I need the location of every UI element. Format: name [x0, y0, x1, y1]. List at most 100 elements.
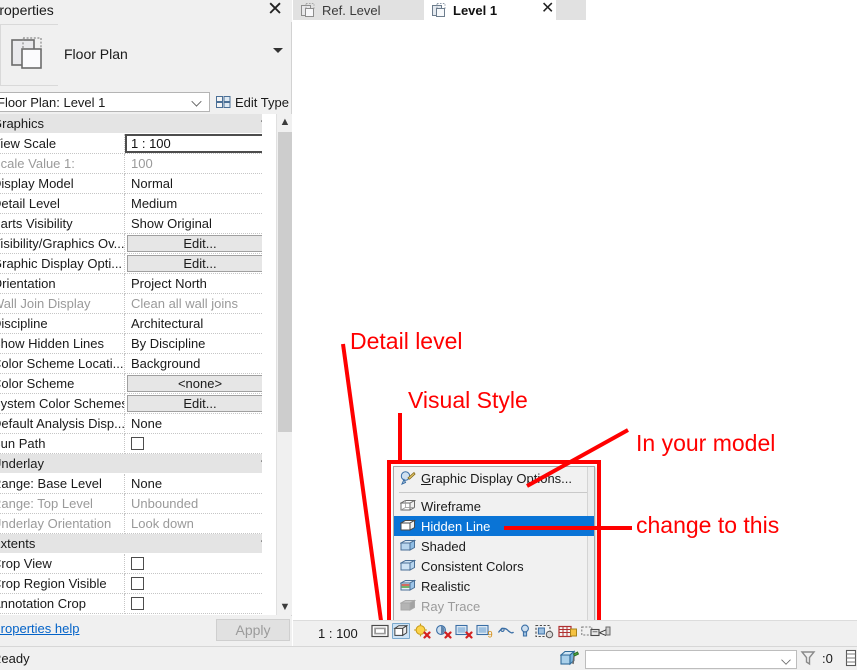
- property-value[interactable]: Normal: [125, 174, 276, 194]
- property-row[interactable]: OrientationProject North: [0, 274, 276, 294]
- property-value[interactable]: [125, 594, 276, 614]
- close-icon[interactable]: ✕: [267, 0, 283, 21]
- property-checkbox[interactable]: [131, 557, 144, 570]
- crop-view-icon[interactable]: 9: [476, 623, 494, 639]
- temporary-hide-isolate-icon[interactable]: [535, 623, 555, 639]
- property-value[interactable]: Look down: [125, 514, 276, 534]
- property-row[interactable]: Range: Base LevelNone: [0, 474, 276, 494]
- property-value[interactable]: Edit...: [125, 394, 276, 414]
- show-crop-region-icon[interactable]: [497, 623, 515, 639]
- property-value[interactable]: Edit...: [125, 234, 276, 254]
- scrollbar-thumb[interactable]: [278, 132, 292, 432]
- property-row[interactable]: Scale Value 1:100: [0, 154, 276, 174]
- grid-right-strip: [262, 114, 276, 615]
- property-edit-button[interactable]: Edit...: [127, 255, 273, 272]
- menu-item-consistent-colors[interactable]: Consistent Colors: [394, 556, 594, 576]
- property-row[interactable]: Color Scheme Locati...Background: [0, 354, 276, 374]
- property-row[interactable]: Visibility/Graphics Ov...Edit...: [0, 234, 276, 254]
- property-checkbox[interactable]: [131, 437, 144, 450]
- property-row[interactable]: System Color SchemesEdit...: [0, 394, 276, 414]
- property-row[interactable]: Parts VisibilityShow Original: [0, 214, 276, 234]
- property-row[interactable]: Crop View: [0, 554, 276, 574]
- property-value[interactable]: Show Original: [125, 214, 276, 234]
- selection-filter-combo[interactable]: [585, 650, 797, 669]
- property-name: Display Model: [0, 174, 125, 194]
- property-value[interactable]: [125, 554, 276, 574]
- menu-item-realistic[interactable]: Realistic: [394, 576, 594, 596]
- model-tools-icon[interactable]: [560, 650, 580, 668]
- panel-icon[interactable]: [845, 649, 857, 667]
- property-value[interactable]: Background: [125, 354, 276, 374]
- property-row[interactable]: Wall Join DisplayClean all wall joins: [0, 294, 276, 314]
- property-edit-button[interactable]: Edit...: [127, 395, 273, 412]
- chevron-down-icon[interactable]: [781, 655, 791, 665]
- more-controls-chevron-icon[interactable]: <: [599, 625, 607, 640]
- property-grid[interactable]: Graphics⌃View Scale1 : 100Scale Value 1:…: [0, 114, 276, 615]
- type-combo-input[interactable]: Floor Plan: Level 1: [0, 92, 210, 112]
- property-row[interactable]: DisciplineArchitectural: [0, 314, 276, 334]
- property-row[interactable]: Color Scheme<none>: [0, 374, 276, 394]
- chevron-down-icon[interactable]: [273, 48, 283, 53]
- menu-item-shaded[interactable]: Shaded: [394, 536, 594, 556]
- property-value[interactable]: <none>: [125, 374, 276, 394]
- property-value-input[interactable]: 1 : 100: [125, 134, 273, 153]
- property-row[interactable]: Show Hidden LinesBy Discipline: [0, 334, 276, 354]
- menu-item-graphic-display-options[interactable]: Graphic Display Options...: [394, 467, 594, 490]
- property-edit-button[interactable]: Edit...: [127, 235, 273, 252]
- property-value[interactable]: 1 : 100: [125, 134, 276, 154]
- property-row[interactable]: Sun Path: [0, 434, 276, 454]
- reveal-hidden-elements-icon[interactable]: [558, 623, 578, 639]
- property-row[interactable]: Default Analysis Disp...None: [0, 414, 276, 434]
- property-value[interactable]: By Discipline: [125, 334, 276, 354]
- property-value[interactable]: Project North: [125, 274, 276, 294]
- property-value[interactable]: Medium: [125, 194, 276, 214]
- lock-3d-view-icon[interactable]: [518, 623, 532, 639]
- tab-level-1[interactable]: Level 1: [424, 0, 554, 20]
- view-control-icons: 9: [371, 623, 612, 639]
- property-checkbox[interactable]: [131, 597, 144, 610]
- property-value[interactable]: Architectural: [125, 314, 276, 334]
- detail-level-icon[interactable]: [371, 623, 389, 639]
- property-row[interactable]: Range: Top LevelUnbounded: [0, 494, 276, 514]
- visual-style-menu[interactable]: Graphic Display Options... Wireframe Hid…: [393, 466, 595, 626]
- view-scale-label[interactable]: 1 : 100: [318, 626, 358, 641]
- property-row[interactable]: Underlay OrientationLook down: [0, 514, 276, 534]
- property-group-header[interactable]: Extents⌃: [0, 534, 276, 554]
- tab-ref-level[interactable]: Ref. Level: [293, 0, 424, 20]
- property-row[interactable]: Annotation Crop: [0, 594, 276, 614]
- property-value[interactable]: Unbounded: [125, 494, 276, 514]
- property-row[interactable]: Crop Region Visible: [0, 574, 276, 594]
- properties-help-link[interactable]: Properties help: [0, 621, 79, 636]
- property-value[interactable]: Clean all wall joins: [125, 294, 276, 314]
- temporary-view-properties-icon[interactable]: [581, 623, 601, 639]
- menu-item-ray-trace[interactable]: Ray Trace: [394, 596, 594, 616]
- property-value[interactable]: [125, 574, 276, 594]
- property-checkbox[interactable]: [131, 577, 144, 590]
- edit-type-button[interactable]: Edit Type: [216, 93, 289, 111]
- visual-style-icon[interactable]: [392, 623, 410, 639]
- property-value[interactable]: None: [125, 414, 276, 434]
- property-group-header[interactable]: Graphics⌃: [0, 114, 276, 134]
- type-selector[interactable]: Floor Plan: [0, 24, 284, 86]
- property-value[interactable]: 100: [125, 154, 276, 174]
- properties-scrollbar[interactable]: ▲ ▼: [276, 114, 292, 615]
- menu-item-hidden-line[interactable]: Hidden Line: [394, 516, 594, 536]
- property-group-header[interactable]: Underlay⌃: [0, 454, 276, 474]
- render-dialog-off-icon[interactable]: [455, 623, 473, 639]
- menu-item-wireframe[interactable]: Wireframe: [394, 496, 594, 516]
- close-icon[interactable]: ✕: [541, 0, 554, 19]
- property-row[interactable]: Display ModelNormal: [0, 174, 276, 194]
- scroll-down-icon[interactable]: ▼: [277, 599, 293, 615]
- property-edit-button[interactable]: <none>: [127, 375, 273, 392]
- property-value[interactable]: [125, 434, 276, 454]
- filter-icon[interactable]: [800, 649, 816, 667]
- property-value[interactable]: None: [125, 474, 276, 494]
- apply-button[interactable]: Apply: [216, 619, 290, 641]
- property-value[interactable]: Edit...: [125, 254, 276, 274]
- sun-path-off-icon[interactable]: [413, 623, 431, 639]
- property-row[interactable]: View Scale1 : 100: [0, 134, 276, 154]
- shadows-off-icon[interactable]: [434, 623, 452, 639]
- property-row[interactable]: Graphic Display Opti...Edit...: [0, 254, 276, 274]
- scroll-up-icon[interactable]: ▲: [277, 114, 293, 130]
- property-row[interactable]: Detail LevelMedium: [0, 194, 276, 214]
